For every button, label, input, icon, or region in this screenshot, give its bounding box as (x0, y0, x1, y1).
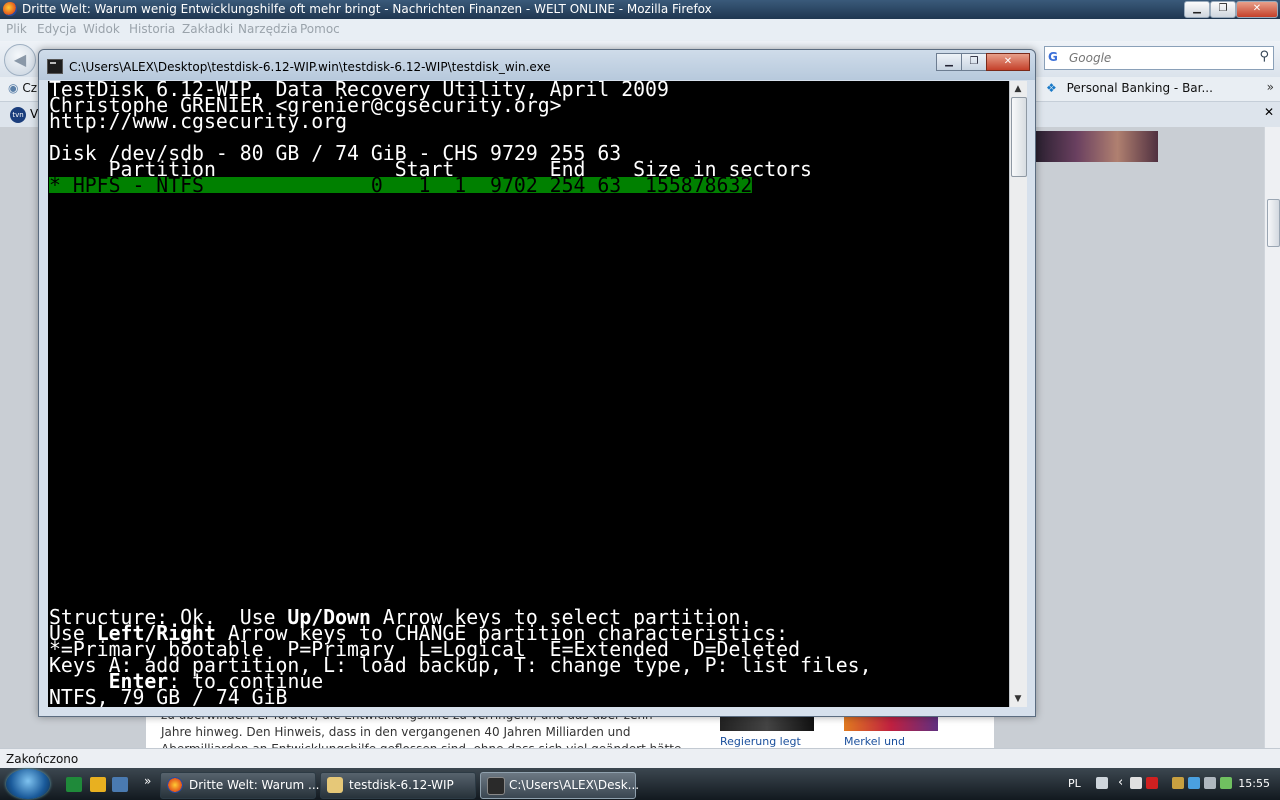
tray-tool-icon[interactable] (1172, 777, 1184, 789)
terminal-output[interactable]: TestDisk 6.12-WIP, Data Recovery Utility… (48, 81, 1009, 707)
menu-plik[interactable]: Plik (6, 22, 27, 36)
google-icon: G (1048, 50, 1058, 64)
console-scrollbar-thumb[interactable] (1011, 97, 1027, 177)
search-icon[interactable]: ⚲ (1259, 49, 1269, 64)
console-icon (47, 59, 63, 74)
bookmark-item-left[interactable]: ◉ Cz (8, 81, 37, 95)
scroll-down-arrow-icon[interactable]: ▼ (1012, 692, 1024, 706)
menu-narzedzia[interactable]: Narzędzia (238, 22, 298, 36)
maximize-button[interactable]: ❐ (1210, 1, 1236, 18)
taskbar-item-firefox[interactable]: Dritte Welt: Warum ... (160, 772, 320, 799)
minimize-button[interactable]: ▁ (1184, 1, 1210, 18)
firefox-titlebar: Dritte Welt: Warum wenig Entwicklungshil… (0, 0, 1280, 19)
clock[interactable]: 15:55 (1238, 777, 1270, 790)
taskbar-item-label: C:\Users\ALEX\Desk... (509, 778, 640, 792)
start-button[interactable] (6, 769, 50, 799)
quicklaunch-overflow-chevron[interactable]: » (144, 774, 151, 788)
tab-label[interactable]: V (30, 107, 38, 121)
article-thumbnail[interactable] (1036, 131, 1158, 162)
console-close-button[interactable]: ✕ (986, 53, 1030, 71)
console-window: C:\Users\ALEX\Desktop\testdisk-6.12-WIP.… (38, 49, 1036, 717)
network-icon[interactable] (1188, 777, 1200, 789)
article-text-line: Jahre hinweg. Den Hinweis, dass in den v… (161, 725, 631, 739)
close-tab-icon[interactable]: ✕ (1264, 105, 1274, 119)
bank-icon: ❖ (1046, 81, 1057, 95)
menu-edycja[interactable]: Edycja (37, 22, 77, 36)
tvn-favicon-icon: tvn (10, 107, 26, 123)
page-scrollbar-thumb[interactable] (1267, 199, 1280, 247)
power-icon[interactable] (1220, 777, 1232, 789)
language-indicator[interactable]: PL (1068, 777, 1081, 790)
tools-quicklaunch-icon[interactable] (90, 777, 106, 792)
search-box: G ⚲ (1044, 46, 1274, 70)
partition-row-selected[interactable]: * HPFS - NTFS 0 1 1 9702 254 63 15587863… (49, 175, 753, 195)
menu-historia[interactable]: Historia (129, 22, 175, 36)
antivirus-icon[interactable] (1146, 777, 1158, 789)
terminal-line-url: http://www.cgsecurity.org (49, 109, 348, 133)
taskbar-item-folder[interactable]: testdisk-6.12-WIP (320, 772, 476, 799)
menu-zakladki[interactable]: Zakładki (182, 22, 233, 36)
news-link[interactable]: Regierung legt (720, 735, 801, 748)
excel-quicklaunch-icon[interactable] (66, 777, 82, 792)
system-tray: PL ‹ 15:55 (1060, 768, 1280, 800)
volume-icon[interactable] (1204, 777, 1216, 789)
bookmark-label: Personal Banking - Bar... (1066, 81, 1213, 95)
console-icon (487, 777, 505, 795)
firefox-menubar: Plik Edycja Widok Historia Zakładki Narz… (0, 19, 1280, 41)
back-button[interactable]: ◀ (4, 44, 36, 76)
status-text: Zakończono (6, 752, 79, 766)
desktop-quicklaunch-icon[interactable] (112, 777, 128, 792)
news-link[interactable]: Merkel und (844, 735, 905, 748)
console-titlebar[interactable]: C:\Users\ALEX\Desktop\testdisk-6.12-WIP.… (39, 50, 1035, 80)
firefox-window-title: Dritte Welt: Warum wenig Entwicklungshil… (22, 2, 712, 16)
bookmark-personal-banking[interactable]: ❖ Personal Banking - Bar... (1046, 81, 1213, 95)
keyboard-icon[interactable] (1096, 777, 1108, 789)
console-scrollbar[interactable]: ▲ ▼ (1009, 81, 1027, 707)
console-title: C:\Users\ALEX\Desktop\testdisk-6.12-WIP.… (69, 60, 551, 74)
console-minimize-button[interactable]: ▁ (936, 53, 962, 71)
folder-icon (327, 777, 343, 793)
status-bar: Zakończono (0, 748, 1280, 769)
menu-pomoc[interactable]: Pomoc (300, 22, 340, 36)
taskbar-item-label: Dritte Welt: Warum ... (189, 778, 320, 792)
taskbar-item-console[interactable]: C:\Users\ALEX\Desk... (480, 772, 640, 799)
firefox-icon (3, 2, 17, 16)
scroll-up-arrow-icon[interactable]: ▲ (1012, 82, 1024, 96)
bookmark-icon: ◉ (8, 81, 19, 95)
tray-expand-chevron[interactable]: ‹ (1118, 775, 1123, 790)
windows-taskbar: » Dritte Welt: Warum ... testdisk-6.12-W… (0, 768, 1280, 800)
close-button[interactable]: ✕ (1236, 1, 1278, 18)
page-scrollbar[interactable] (1264, 127, 1280, 748)
firefox-icon (167, 777, 183, 793)
menu-widok[interactable]: Widok (83, 22, 120, 36)
taskbar-item-label: testdisk-6.12-WIP (349, 778, 454, 792)
tray-app-icon[interactable] (1130, 777, 1142, 789)
terminal-line-fs-info: NTFS, 79 GB / 74 GiB (49, 685, 288, 707)
bookmarks-overflow-chevron[interactable]: » (1267, 80, 1274, 94)
search-input[interactable] (1067, 49, 1251, 67)
console-maximize-button[interactable]: ❐ (961, 53, 987, 71)
bookmark-label: Cz (22, 81, 37, 95)
